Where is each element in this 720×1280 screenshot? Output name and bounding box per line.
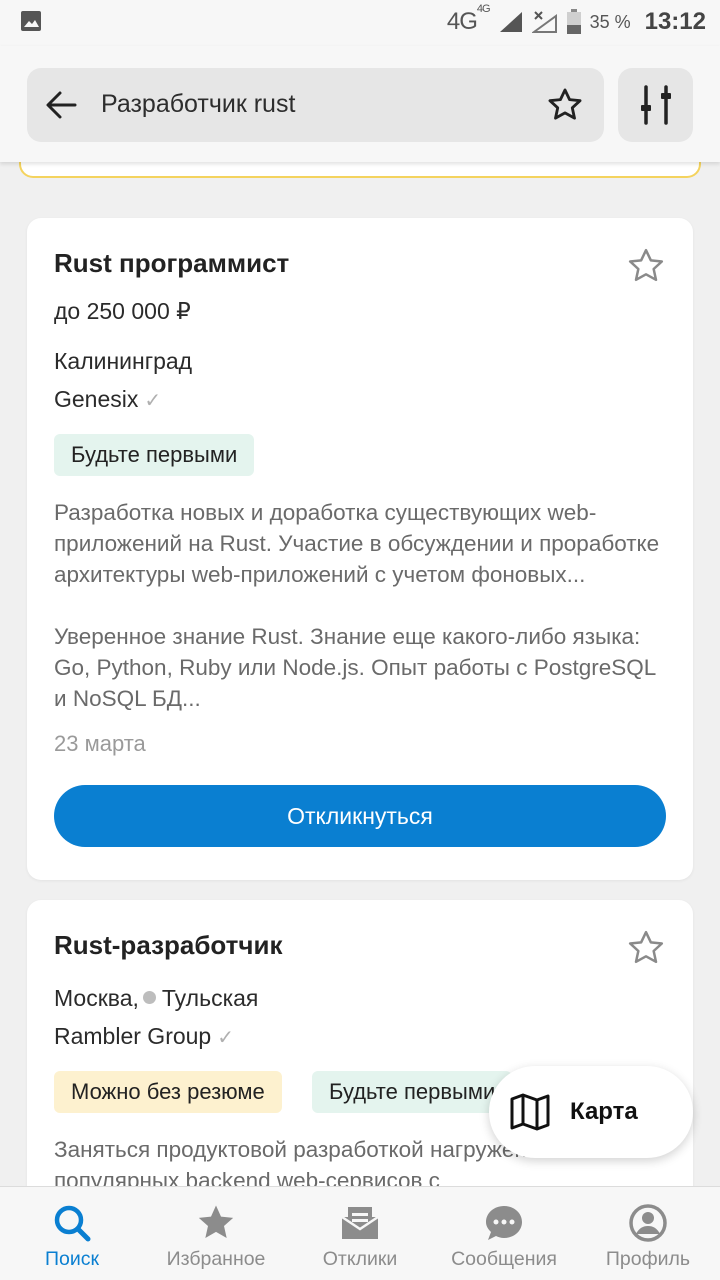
signal-no-sim-icon	[531, 11, 557, 33]
vacancy-card[interactable]: Rust программист до 250 000 ₽ Калинингра…	[27, 218, 693, 880]
nav-label: Поиск	[44, 1248, 100, 1270]
vacancy-location: Москва, Тульская	[54, 985, 258, 1012]
vacancy-title[interactable]: Rust программист	[54, 248, 289, 279]
clock: 13:12	[644, 8, 706, 35]
verified-check-icon: ✓	[217, 1027, 234, 1049]
nav-item-profile[interactable]: Профиль	[598, 1187, 698, 1280]
search-icon	[54, 1205, 91, 1242]
vacancy-requirements: Уверенное знание Rust. Знание еще какого…	[54, 624, 656, 711]
vacancy-company: Genesix ✓	[54, 386, 161, 413]
vacancy-description: Разработка новых и доработка существующи…	[54, 500, 660, 587]
map-icon	[510, 1093, 550, 1131]
vacancy-date: 23 марта	[54, 731, 146, 756]
filter-button[interactable]	[618, 68, 693, 142]
vacancy-company: Rambler Group ✓	[54, 1023, 234, 1050]
search-query[interactable]: Разработчик rust	[101, 90, 295, 119]
status-bar: 4G4G 35 % 13:12	[0, 0, 720, 46]
nav-item-favorites[interactable]: Избранное	[156, 1187, 276, 1280]
nav-label: Профиль	[605, 1248, 691, 1270]
favorite-star-icon[interactable]	[626, 246, 666, 286]
metro-dot-icon	[142, 991, 156, 1005]
nav-label: Сообщения	[451, 1248, 557, 1270]
gallery-notification-icon	[21, 11, 41, 31]
status-indicators: 4G4G 35 % 13:12	[446, 3, 706, 38]
battery-icon	[566, 9, 581, 34]
battery-percent: 35 %	[589, 11, 631, 32]
badge-be-first: Будьте первыми	[54, 434, 255, 476]
network-type: 4G4G	[446, 3, 491, 35]
inbox-icon	[341, 1207, 379, 1239]
vacancy-salary: до 250 000 ₽	[54, 298, 191, 324]
favorite-star-icon[interactable]	[626, 928, 666, 968]
vacancy-city: Москва,	[54, 985, 139, 1011]
nav-item-responses[interactable]: Отклики	[310, 1187, 410, 1280]
search-box[interactable]: Разработчик rust	[27, 68, 604, 142]
vacancy-title[interactable]: Rust-разработчик	[54, 930, 282, 961]
nav-label: Избранное	[166, 1248, 266, 1270]
nav-item-messages[interactable]: Сообщения	[444, 1187, 564, 1280]
bottom-navigation: Поиск Избранное Отклики Сообщения Профил…	[0, 1186, 720, 1280]
profile-icon	[629, 1204, 667, 1242]
map-button[interactable]: Карта	[489, 1066, 693, 1158]
back-arrow-icon[interactable]	[45, 90, 77, 120]
signal-icon	[499, 12, 522, 32]
nav-label: Отклики	[322, 1248, 398, 1270]
nav-item-search[interactable]: Поиск	[22, 1187, 122, 1280]
apply-button[interactable]: Откликнуться	[54, 785, 666, 847]
save-search-star-icon[interactable]	[546, 86, 584, 124]
metro-station: Тульская	[161, 985, 259, 1011]
map-button-label: Карта	[570, 1098, 638, 1125]
badge-be-first: Будьте первыми	[312, 1071, 513, 1113]
chat-icon	[486, 1206, 522, 1240]
badge-no-resume: Можно без резюме	[54, 1071, 282, 1113]
search-header: Разработчик rust	[0, 46, 720, 162]
vacancy-city: Калининград	[54, 348, 193, 374]
company-name: Genesix	[54, 386, 139, 412]
verified-check-icon: ✓	[144, 390, 162, 412]
filter-sliders-icon	[641, 85, 671, 125]
star-icon	[198, 1205, 234, 1238]
company-name: Rambler Group	[54, 1023, 212, 1049]
